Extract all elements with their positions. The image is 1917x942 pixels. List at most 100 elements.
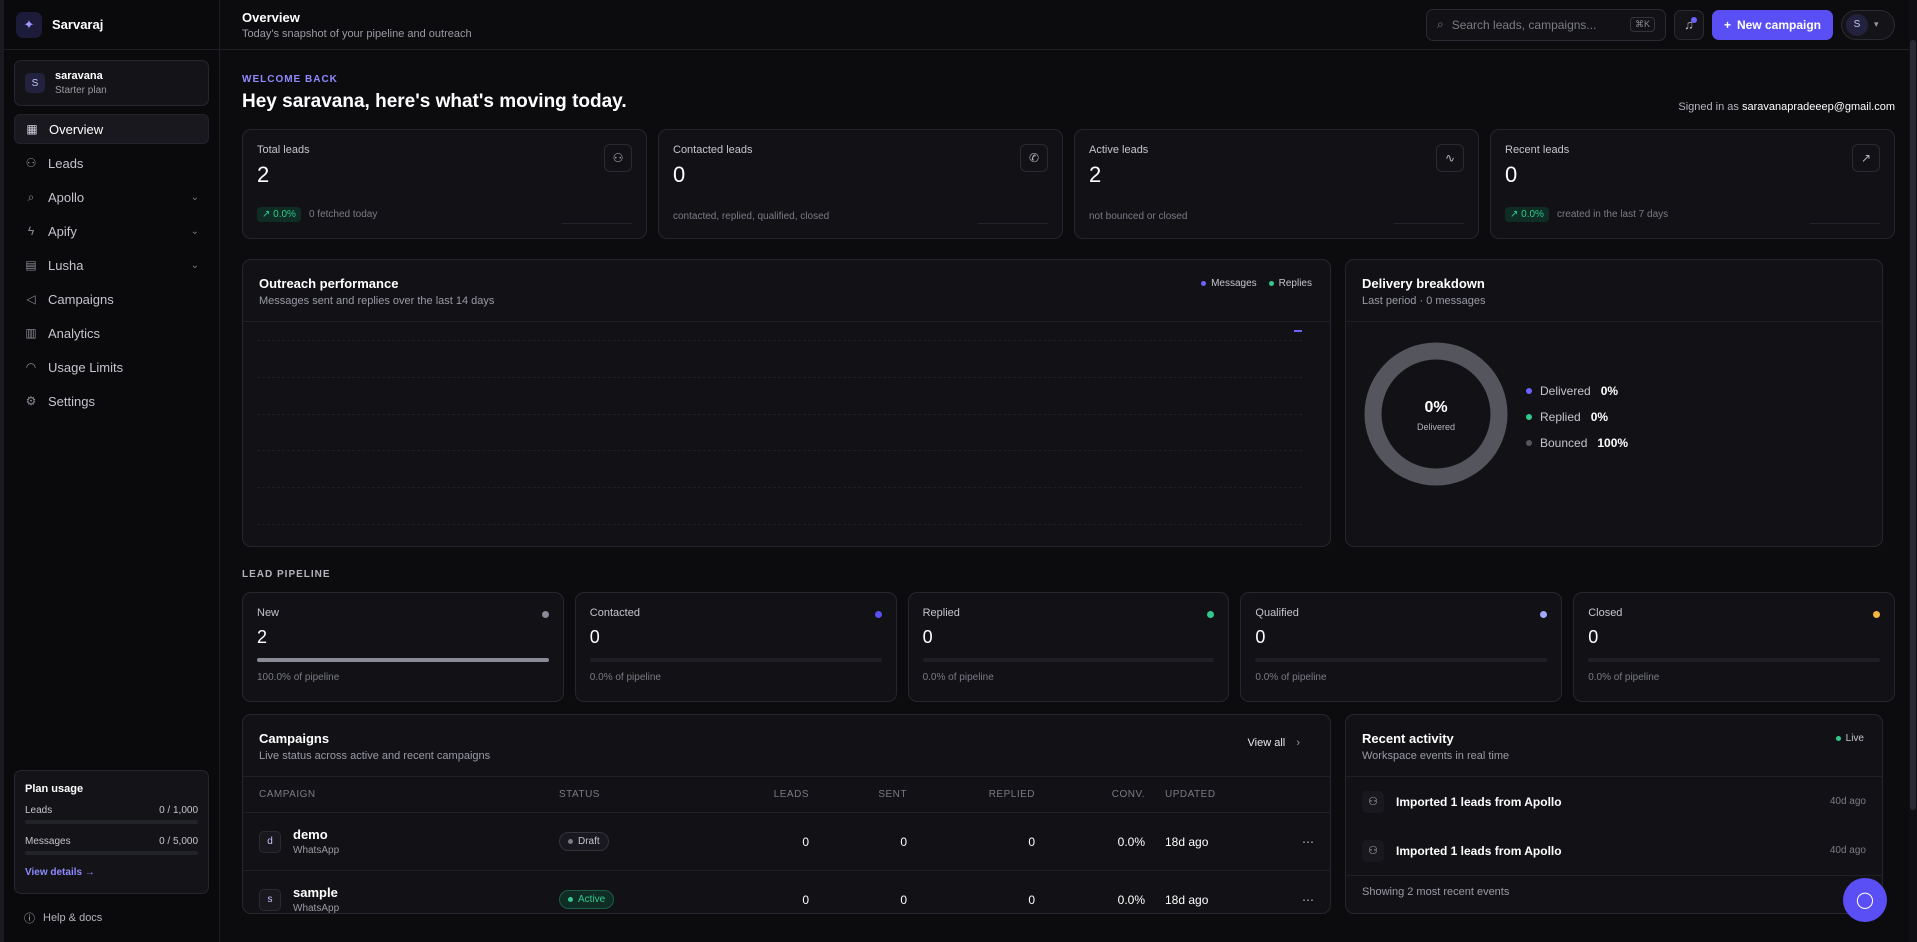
legend-dot xyxy=(1201,280,1207,286)
account-switcher[interactable]: S saravana Starter plan xyxy=(14,60,209,106)
table-row[interactable]: d demo WhatsApp Draft 0 0 0 0.0% 18d ago ⋯ xyxy=(243,813,1330,871)
database-icon: ▤ xyxy=(25,258,37,272)
sidebar-item-overview[interactable]: ▦ Overview xyxy=(14,114,209,144)
column-header-leads[interactable]: LEADS xyxy=(709,789,809,800)
chat-support-button[interactable]: ◯ xyxy=(1843,878,1887,922)
legend-dot xyxy=(1526,388,1532,394)
column-header-updated[interactable]: UPDATED xyxy=(1145,789,1265,800)
replied-cell: 0 xyxy=(1028,892,1035,907)
sidebar-item-lusha[interactable]: ▤ Lusha ⌄ xyxy=(14,250,209,280)
pipeline-progress-fill xyxy=(257,658,549,662)
pipeline-stage-value: 0 xyxy=(589,627,600,647)
view-all-campaigns-link[interactable]: View all › xyxy=(1248,737,1300,749)
gear-icon: ⚙ xyxy=(25,394,37,408)
scrollbar-thumb[interactable] xyxy=(1910,40,1916,810)
leads-cell: 0 xyxy=(802,892,809,907)
column-header-replied[interactable]: REPLIED xyxy=(907,789,1035,800)
sidebar-item-apify[interactable]: ϟ Apify ⌄ xyxy=(14,216,209,246)
campaign-name-block: sample WhatsApp xyxy=(293,885,339,913)
legend-dot xyxy=(1526,440,1532,446)
chevron-right-icon: › xyxy=(1296,737,1300,749)
more-actions-icon[interactable]: ⋯ xyxy=(1265,835,1314,849)
sidebar-item-leads[interactable]: ⚇ Leads xyxy=(14,148,209,178)
account-avatar: S xyxy=(25,73,45,93)
sidebar-item-settings[interactable]: ⚙ Settings xyxy=(14,386,209,416)
activity-icon: ∿ xyxy=(1436,144,1464,172)
search-input[interactable]: ⌕ Search leads, campaigns... ⌘K xyxy=(1425,8,1666,41)
legend-dot xyxy=(1526,414,1532,420)
user-avatar: S xyxy=(1846,13,1868,36)
stat-label: Recent leads xyxy=(1505,144,1570,156)
pipeline-stage-label: Replied xyxy=(922,607,960,619)
pipeline-stage-label: Closed xyxy=(1588,607,1623,619)
campaign-avatar: s xyxy=(259,888,281,911)
new-campaign-button[interactable]: + New campaign xyxy=(1711,9,1833,40)
sidebar-item-analytics[interactable]: ▥ Analytics xyxy=(14,318,209,348)
sidebar-item-label: Usage Limits xyxy=(48,359,124,375)
page-subtitle: Today's snapshot of your pipeline and ou… xyxy=(242,27,472,40)
more-actions-icon[interactable]: ⋯ xyxy=(1265,893,1314,907)
delivery-title: Delivery breakdown xyxy=(1362,276,1485,291)
campaign-name[interactable]: sample xyxy=(293,885,339,900)
trend-badge: ↗ 0.0% xyxy=(1505,207,1549,222)
sidebar-item-campaigns[interactable]: ◁ Campaigns xyxy=(14,284,209,314)
user-menu-button[interactable]: S ▾ xyxy=(1841,9,1895,40)
view-details-link[interactable]: View details → xyxy=(25,867,198,878)
column-header-campaign[interactable]: CAMPAIGN xyxy=(259,789,559,800)
brand[interactable]: ✦ Sarvaraj xyxy=(4,0,219,50)
stat-value: 2 xyxy=(1089,162,1102,187)
chevron-down-icon: ⌄ xyxy=(190,225,199,237)
pipeline-stage-value: 0 xyxy=(922,627,933,647)
table-row[interactable]: s sample WhatsApp Active 0 0 0 0.0% 18d ago ⋯ xyxy=(243,871,1330,913)
delivery-legend-value: 100% xyxy=(1597,436,1629,450)
activity-subtitle: Workspace events in real time xyxy=(1362,750,1510,762)
messages-series-marker xyxy=(1294,330,1302,332)
campaigns-subtitle: Live status across active and recent cam… xyxy=(259,750,491,762)
status-label: Active xyxy=(578,894,606,905)
sparkline xyxy=(1394,223,1464,224)
column-header-sent[interactable]: SENT xyxy=(809,789,907,800)
pipeline-stage-new: New 2 100.0% of pipeline xyxy=(242,592,564,702)
sent-cell: 0 xyxy=(900,834,907,849)
live-dot xyxy=(1835,736,1841,741)
column-header-status[interactable]: STATUS xyxy=(559,789,709,800)
help-label: Help & docs xyxy=(43,912,103,924)
sidebar-item-label: Lusha xyxy=(48,257,84,273)
activity-text: Imported 1 leads from Apollo xyxy=(1396,794,1562,809)
pipeline-stage-value: 0 xyxy=(1588,627,1599,647)
sent-cell: 0 xyxy=(900,892,907,907)
trending-up-icon: ↗ xyxy=(1852,144,1880,172)
sidebar-item-label: Leads xyxy=(48,155,84,171)
delivery-legend-delivered: Delivered 0% xyxy=(1526,378,1628,404)
column-header-conv[interactable]: CONV. xyxy=(1035,789,1145,800)
gridline xyxy=(257,524,1302,525)
help-docs-link[interactable]: ⓘ Help & docs xyxy=(24,910,102,926)
plan-usage-card: Plan usage Leads 0 / 1,000 Messages 0 / … xyxy=(14,770,209,894)
sidebar-item-apollo[interactable]: ⌕ Apollo ⌄ xyxy=(14,182,209,212)
sidebar-item-usage-limits[interactable]: ◠ Usage Limits xyxy=(14,352,209,382)
scrollbar[interactable] xyxy=(1909,0,1917,942)
delivery-donut: 0% Delivered xyxy=(1364,342,1508,486)
stat-value: 2 xyxy=(257,162,270,187)
activity-item[interactable]: ⚇ Imported 1 leads from Apollo 40d ago xyxy=(1346,826,1882,875)
delivery-legend-value: 0% xyxy=(1590,410,1609,424)
leads-usage-bar xyxy=(25,820,198,824)
stat-label: Contacted leads xyxy=(673,144,753,156)
pipeline-stage-footer: 0.0% of pipeline xyxy=(589,672,661,683)
pipeline-stage-label: New xyxy=(257,607,280,619)
recent-activity-panel: Recent activity Workspace events in real… xyxy=(1345,714,1883,914)
plus-icon: + xyxy=(1723,17,1731,32)
gauge-icon: ◠ xyxy=(25,360,37,374)
campaign-name[interactable]: demo xyxy=(293,827,339,842)
pipeline-stage-footer: 0.0% of pipeline xyxy=(1588,672,1660,683)
sidebar-item-label: Campaigns xyxy=(48,291,114,307)
notifications-button[interactable]: ♫ xyxy=(1673,9,1704,40)
activity-time: 40d ago xyxy=(1829,796,1866,807)
activity-item[interactable]: ⚇ Imported 1 leads from Apollo 40d ago xyxy=(1346,777,1882,826)
stat-card-recent-leads: Recent leads 0 ↗ ↗ 0.0% created in the last … xyxy=(1490,129,1895,239)
campaign-avatar: d xyxy=(259,830,281,853)
sparkline xyxy=(978,223,1048,224)
pipeline-stages: New 2 100.0% of pipeline Contacted 0 0.0% of … xyxy=(242,592,1895,702)
delivery-legend-label: Delivered xyxy=(1540,384,1591,398)
pipeline-stage-value: 2 xyxy=(257,627,268,647)
